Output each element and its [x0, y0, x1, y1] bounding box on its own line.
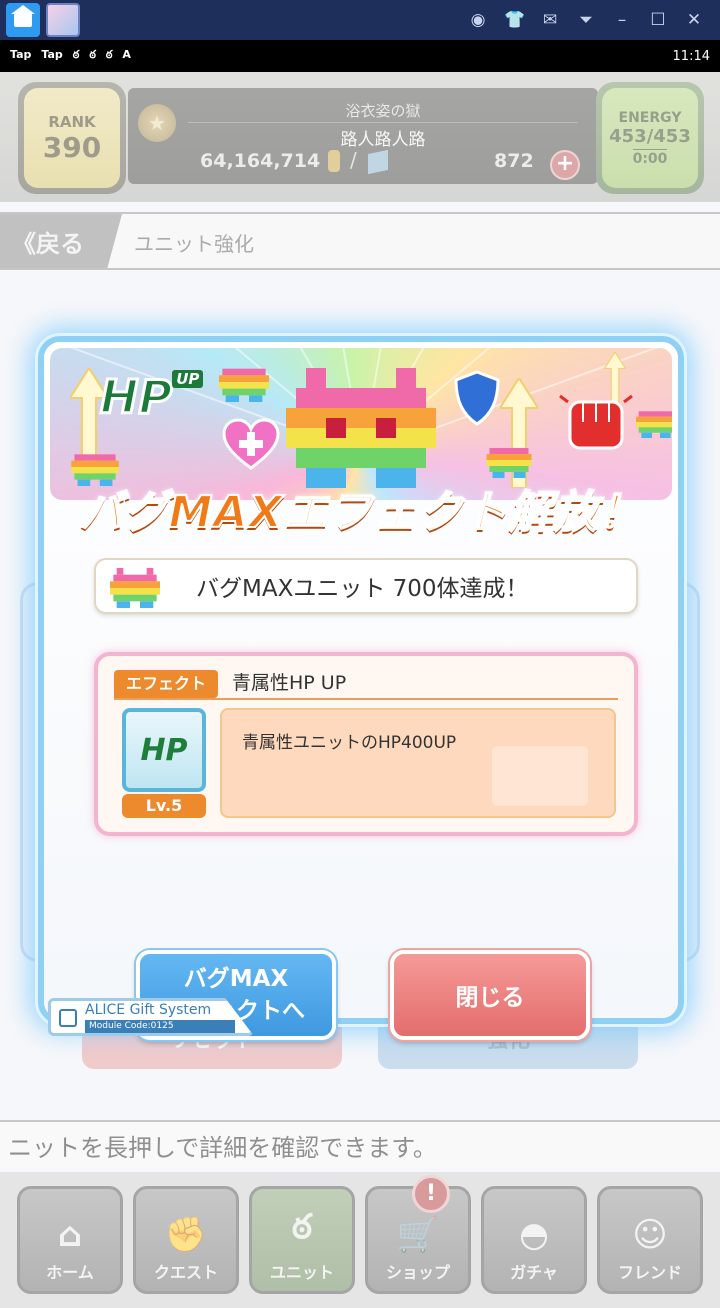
home-icon: ⌂ — [57, 1215, 83, 1255]
nav-label: フレンド — [617, 1263, 682, 1282]
system-name: ALICE Gift System — [85, 1002, 212, 1018]
handshake-icon: ✊ — [164, 1215, 208, 1255]
shield-icon — [454, 370, 500, 426]
effect-description: 青属性ユニットのHP400UP — [242, 733, 457, 753]
effect-icon-text: HP — [140, 732, 188, 768]
nav-label: ユニット — [269, 1263, 334, 1282]
nav-unit[interactable]: ఠ ユニット — [249, 1186, 355, 1294]
account-icon[interactable]: ◉ — [468, 10, 488, 30]
nav-label: クエスト — [153, 1263, 218, 1282]
tap-icon: Tap — [41, 48, 63, 61]
nav-label: ガチャ — [510, 1263, 558, 1282]
android-status-bar: Tap Tap ఠ ఠ ఠ A 11:14 — [0, 40, 720, 72]
back-button[interactable]: 《戻る — [0, 214, 122, 268]
add-gems-button[interactable]: + — [550, 150, 580, 180]
rank-value: 390 — [42, 130, 102, 164]
hp-text: HP — [98, 369, 173, 426]
nav-friend[interactable]: ☺ フレンド — [597, 1186, 703, 1294]
egg-icon: ◓ — [519, 1215, 549, 1255]
dialog-background: HP UP バグMAXエフェクト解放！ バグMAXユニット 700体達成！ エフ… — [44, 342, 678, 1018]
nav-gacha[interactable]: ◓ ガチャ — [481, 1186, 587, 1294]
bug-invader-icon — [636, 411, 672, 438]
home-tab[interactable] — [6, 3, 40, 37]
energy-box: ENERGY 453/453 0:00 — [596, 82, 704, 194]
bugmax-effect-dialog: HP UP バグMAXエフェクト解放！ バグMAXユニット 700体達成！ エフ… — [38, 336, 684, 1040]
effect-level: Lv.5 — [122, 794, 206, 818]
invader-watermark-icon — [492, 746, 588, 806]
close-button[interactable]: 閉じる — [390, 950, 590, 1040]
coin-icon — [328, 150, 340, 172]
bottom-nav: ⌂ ホーム ✊ クエスト ఠ ユニット ! 🛒 ショップ ◓ ガチャ ☺ フレン… — [0, 1172, 720, 1308]
friends-icon: ☺ — [632, 1215, 668, 1255]
app-tab[interactable] — [46, 3, 80, 37]
hp-up-effect-icon: HP — [122, 708, 206, 792]
coin-count: 64,164,714 — [200, 150, 321, 172]
checkbox-icon — [59, 1009, 77, 1027]
bunny-icon: ఠ — [291, 1207, 313, 1247]
nav-home[interactable]: ⌂ ホーム — [17, 1186, 123, 1294]
achievement-banner: バグMAXユニット 700体達成！ — [94, 558, 638, 614]
dialog-title: バグMAXエフェクト解放！ — [78, 486, 644, 539]
energy-value: 453/453 — [609, 125, 691, 147]
fist-icon — [559, 394, 633, 450]
hp-up-badge: HP UP — [98, 369, 204, 426]
hint-text: ニットを長押しで詳細を確認できます。 — [0, 1120, 720, 1168]
star-medal-icon: ★ — [138, 104, 176, 142]
window-titlebar: ◉ 👕 ✉ ⏷ – ☐ ✕ — [0, 0, 720, 40]
bug-invader-icon — [110, 568, 160, 608]
sub-header: 《戻る ユニット強化 — [0, 212, 720, 270]
gem-count: 872 — [494, 150, 534, 172]
heart-plus-icon — [222, 418, 280, 470]
house-icon — [11, 5, 35, 27]
game-header: RANK 390 ★ 浴衣姿の獄 路人路人路 64,164,714 / 872 … — [0, 72, 720, 202]
nav-label: ホーム — [46, 1263, 94, 1282]
mail-icon[interactable]: ✉ — [540, 10, 560, 30]
bunny-icon: ఠ — [89, 48, 96, 61]
bug-invader-icon — [286, 368, 436, 488]
up-text: UP — [172, 370, 204, 388]
nav-shop[interactable]: ! 🛒 ショップ — [365, 1175, 471, 1294]
maximize-icon[interactable]: ☐ — [648, 10, 668, 30]
menu-down-icon[interactable]: ⏷ — [576, 10, 596, 30]
currency-separator: / — [350, 148, 357, 172]
a-icon: A — [122, 48, 131, 61]
game-screen: RANK 390 ★ 浴衣姿の獄 路人路人路 64,164,714 / 872 … — [0, 72, 720, 1308]
bug-invader-icon — [219, 368, 269, 402]
close-icon[interactable]: ✕ — [684, 10, 704, 30]
player-panel[interactable]: ★ 浴衣姿の獄 路人路人路 64,164,714 / 872 + — [128, 88, 598, 184]
divider — [114, 698, 618, 700]
effect-tag: エフェクト — [114, 670, 218, 698]
cart-icon: 🛒 — [396, 1215, 440, 1255]
effect-description-box: 青属性ユニットのHP400UP — [220, 708, 616, 818]
page-title: ユニット強化 — [134, 232, 254, 256]
player-name: 路人路人路 — [188, 122, 578, 150]
module-code: Module Code:0125 — [85, 1020, 235, 1033]
clock: 11:14 — [672, 48, 710, 64]
rank-box: RANK 390 — [18, 82, 126, 194]
energy-label: ENERGY — [618, 109, 682, 126]
rank-label: RANK — [48, 112, 96, 131]
energy-timer: 0:00 — [632, 148, 668, 167]
notification-icons: Tap Tap ఠ ఠ ఠ A — [10, 48, 131, 64]
gem-icon — [368, 149, 388, 175]
shirt-icon[interactable]: 👕 — [504, 10, 525, 30]
alert-badge: ! — [412, 1175, 450, 1213]
window-controls: ◉ 👕 ✉ ⏷ – ☐ ✕ — [468, 10, 720, 30]
system-tag: ALICE Gift System Module Code:0125 — [48, 998, 254, 1036]
achievement-text: バグMAXユニット 700体達成！ — [196, 576, 529, 602]
effect-card: エフェクト 青属性HP UP HP Lv.5 青属性ユニットのHP400UP — [94, 652, 638, 836]
bunny-icon: ఠ — [105, 48, 113, 61]
bunny-icon: ఠ — [72, 48, 80, 61]
effect-name: 青属性HP UP — [232, 672, 347, 694]
nav-quest[interactable]: ✊ クエスト — [133, 1186, 239, 1294]
tap-icon: Tap — [10, 48, 32, 61]
minimize-icon[interactable]: – — [612, 10, 632, 30]
nav-label: ショップ — [385, 1263, 450, 1282]
player-title: 浴衣姿の獄 — [345, 102, 421, 120]
bug-invader-icon — [486, 448, 532, 478]
button-label-line1: バグMAX — [183, 966, 289, 992]
